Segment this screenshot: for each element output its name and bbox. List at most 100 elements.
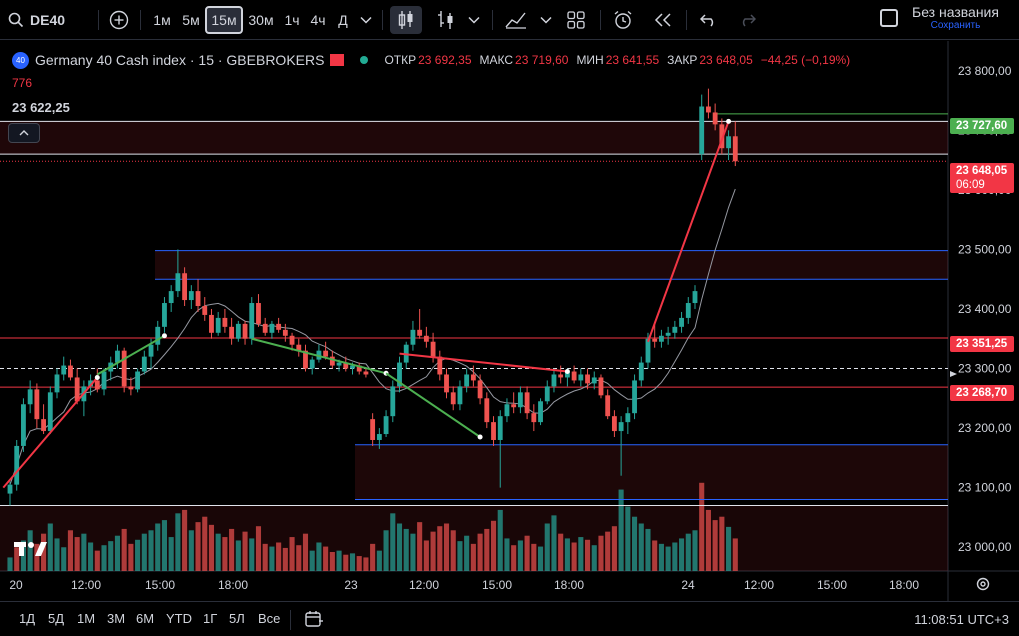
volume-bar <box>242 531 248 571</box>
volume-bar <box>289 537 295 571</box>
candle-body <box>625 413 631 423</box>
volume-bar <box>517 540 523 571</box>
interval-15m[interactable]: 15м <box>205 6 243 34</box>
volume-bar <box>175 513 181 571</box>
candle-body <box>229 326 235 339</box>
volume-bar <box>591 545 597 571</box>
chevron-down-icon <box>468 16 480 24</box>
y-axis-tick-label: 23 500,00 <box>958 242 1012 256</box>
volume-bar <box>544 523 550 571</box>
candle-body <box>571 371 577 381</box>
indicators-button[interactable] <box>502 6 530 34</box>
undo-button[interactable] <box>694 6 724 34</box>
candles-type-button[interactable] <box>390 6 422 34</box>
volume-bar <box>665 546 671 571</box>
volume-bar <box>497 509 503 571</box>
volume-bar <box>450 530 456 571</box>
compare-button[interactable] <box>106 6 132 34</box>
volume-bar <box>370 543 376 571</box>
top-toolbar: DE40 1м 5м 15м 30м 1ч 4ч Д Без названия … <box>0 0 1019 40</box>
alarm-clock-icon <box>614 10 632 29</box>
interval-5m[interactable]: 5м <box>178 6 204 34</box>
candle-body <box>645 338 651 363</box>
symbol-name: DE40 <box>30 12 66 28</box>
volume-bar <box>410 533 416 571</box>
range-1d[interactable]: 1Д <box>19 611 35 626</box>
layout-title: Без названия <box>912 4 999 20</box>
interval-1h[interactable]: 1ч <box>280 6 304 34</box>
candle-body <box>61 365 67 375</box>
x-axis-tick-label: 15:00 <box>145 578 175 592</box>
candle-body <box>450 392 456 405</box>
volume-bar <box>699 482 705 571</box>
price-tag-red-2: 23 268,70 <box>950 385 1014 401</box>
go-to-date-button[interactable] <box>304 610 324 631</box>
replay-button[interactable] <box>648 6 678 34</box>
support-zone-blue <box>355 444 948 500</box>
collapse-legend-button[interactable] <box>8 123 40 143</box>
layouts-button[interactable] <box>562 6 590 34</box>
trend-line-red-1-point <box>94 374 100 380</box>
range-all[interactable]: Все <box>258 611 280 626</box>
candle-body <box>27 389 33 405</box>
candle-body <box>558 374 564 378</box>
interval-4h[interactable]: 4ч <box>306 6 330 34</box>
range-6m[interactable]: 6М <box>136 611 154 626</box>
range-1m[interactable]: 1М <box>77 611 95 626</box>
intervals-dropdown[interactable] <box>356 6 376 34</box>
candle-body <box>202 306 208 315</box>
interval-1d[interactable]: Д <box>333 6 353 34</box>
volume-bar <box>470 543 476 571</box>
volume-bar <box>336 550 342 571</box>
volume-bar <box>108 541 114 571</box>
symbol-search-button[interactable]: DE40 <box>8 6 72 34</box>
trend-line-red-2-point <box>564 369 570 375</box>
volume-bar <box>81 533 87 571</box>
volume-bar <box>88 542 94 571</box>
volume-bar <box>202 516 208 571</box>
symbol-badge: 40 <box>12 51 29 69</box>
candle-body <box>477 380 483 399</box>
candle-body <box>101 371 107 390</box>
chart-type-dropdown[interactable] <box>464 6 484 34</box>
candle-body <box>484 398 490 423</box>
candle-body <box>262 323 268 333</box>
flag-icon[interactable] <box>330 54 345 66</box>
trend-line-green-3-point <box>477 434 483 440</box>
volume-bar <box>249 538 255 571</box>
range-1y[interactable]: 1Г <box>203 611 217 626</box>
save-layout[interactable]: Без названия Сохранить <box>880 4 999 31</box>
tradingview-logo[interactable] <box>14 538 48 561</box>
candle-body <box>544 386 550 402</box>
volume-bar <box>329 552 335 571</box>
range-5d[interactable]: 5Д <box>48 611 64 626</box>
indicators-dropdown[interactable] <box>536 6 556 34</box>
candle-body <box>370 419 376 440</box>
volume-bar <box>67 530 73 571</box>
redo-button[interactable] <box>732 6 762 34</box>
series-legend: 40 Germany 40 Cash index · 15 · GBEBROKE… <box>12 50 850 70</box>
candle-body <box>497 416 503 440</box>
candle-body <box>658 335 664 342</box>
volume-bar <box>537 546 544 571</box>
candle-body <box>289 335 295 345</box>
alert-button[interactable] <box>608 6 638 34</box>
range-ytd[interactable]: YTD <box>166 611 192 626</box>
axis-settings-button[interactable] <box>975 576 991 595</box>
volume-bar <box>383 530 389 571</box>
chart-type-button[interactable] <box>432 6 460 34</box>
volume-bar <box>524 535 530 571</box>
x-axis-tick-label: 18:00 <box>889 578 919 592</box>
volume-bar <box>141 533 147 571</box>
price-chart[interactable]: 23 800,0023 700,0023 600,0023 500,0023 4… <box>0 41 1019 601</box>
bottom-toolbar: 1Д 5Д 1М 3М 6М YTD 1Г 5Л Все 11:08:51 UT… <box>0 601 1019 636</box>
range-5y[interactable]: 5Л <box>229 611 245 626</box>
candle-body <box>585 374 590 384</box>
interval-1m[interactable]: 1м <box>150 6 174 34</box>
interval-30m[interactable]: 30м <box>246 6 276 34</box>
candle-body <box>141 356 147 372</box>
chart-area[interactable]: 23 800,0023 700,0023 600,0023 500,0023 4… <box>0 41 1019 601</box>
save-button[interactable]: Сохранить <box>931 20 981 31</box>
clock[interactable]: 11:08:51 UTC+3 <box>914 612 1009 627</box>
range-3m[interactable]: 3М <box>107 611 125 626</box>
